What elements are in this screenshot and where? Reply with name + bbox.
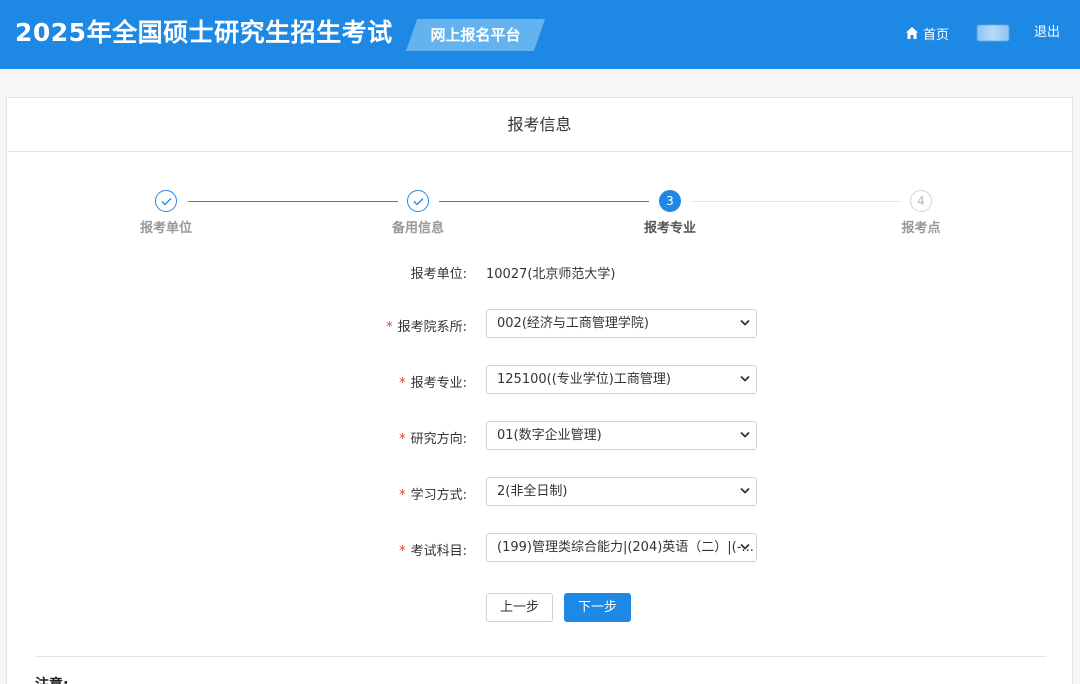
major-label: * 报考专业: [399,376,467,391]
prev-step-button[interactable]: 上一步 [486,593,553,622]
direction-label: * 研究方向: [399,432,467,447]
next-step-button[interactable]: 下一步 [564,593,631,622]
required-mark: * [399,544,406,559]
required-mark: * [399,376,406,391]
home-link[interactable]: 首页 [905,24,950,43]
subjects-select[interactable]: (199)管理类综合能力|(204)英语（二）|(-... [486,533,757,562]
step-connector-2 [439,201,649,202]
site-title: 2025年全国硕士研究生招生考试 [15,18,393,47]
required-mark: * [399,488,406,503]
platform-tag: 网上报名平台 [406,19,545,51]
user-name-blurred [977,25,1009,41]
chevron-down-icon [740,487,750,494]
divider [35,656,1046,657]
step-3-label: 报考专业 [643,221,696,236]
chevron-down-icon [740,543,750,550]
logout-link[interactable]: 退出 [1034,24,1060,42]
unit-value: 10027(北京师范大学) [486,267,616,282]
study-mode-label: * 学习方式: [399,488,467,503]
step-connector-3 [691,201,901,202]
check-icon [413,197,423,205]
chevron-down-icon [740,319,750,326]
subjects-label: * 考试科目: [399,544,467,559]
platform-label: 网上报名平台 [430,26,521,44]
department-label: * 报考院系所: [386,320,467,335]
step-4-pending-circle: 4 [910,190,932,212]
home-icon [906,27,918,39]
chevron-down-icon [740,375,750,382]
required-mark: * [386,320,393,335]
apply-info-card: 报考信息 报考单位 备用信息 3 报考专业 4 报考点 报考单位: 10027(… [6,97,1073,684]
step-connector-1 [188,201,398,202]
step-2-done-circle [407,190,429,212]
step-3-active-circle: 3 [659,190,681,212]
study-mode-select[interactable]: 2(非全日制) [486,477,757,506]
chevron-down-icon [740,431,750,438]
unit-label: 报考单位: [410,267,467,282]
department-select[interactable]: 002(经济与工商管理学院) [486,309,757,338]
major-select[interactable]: 125100((专业学位)工商管理) [486,365,757,394]
direction-select[interactable]: 01(数字企业管理) [486,421,757,450]
home-label: 首页 [923,27,950,43]
step-1-label: 报考单位 [139,221,192,236]
card-title: 报考信息 [7,98,1072,152]
notice-title: 注意: [35,674,69,684]
check-icon [161,197,171,205]
step-4-label: 报考点 [901,221,941,236]
step-2-label: 备用信息 [391,221,444,236]
top-header: 2025年全国硕士研究生招生考试 网上报名平台 首页 退出 [0,0,1080,69]
required-mark: * [399,432,406,447]
step-1-done-circle [155,190,177,212]
